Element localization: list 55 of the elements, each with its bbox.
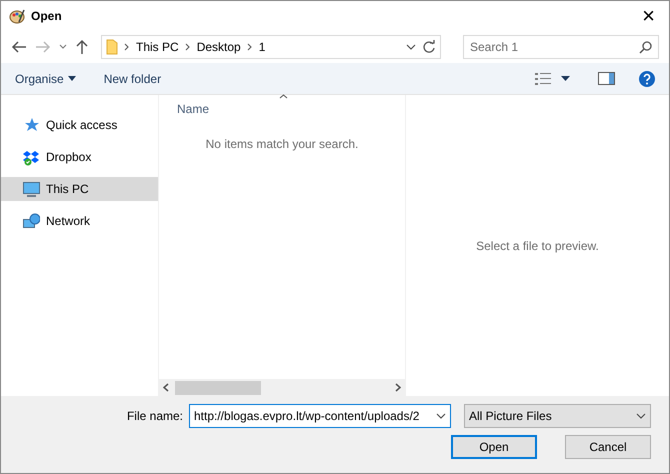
preview-pane-icon [598,72,615,85]
help-button[interactable] [639,70,655,86]
up-arrow-icon [75,39,89,55]
palette-icon [9,8,25,24]
scrollbar-thumb[interactable] [175,380,261,394]
star-icon [23,116,40,134]
search-icon [639,41,652,54]
network-icon [23,212,40,230]
computer-icon [23,180,40,198]
up-button[interactable] [75,39,89,55]
help-icon [639,70,655,86]
forward-arrow-icon [35,40,51,54]
recent-button[interactable] [59,44,67,50]
caret-icon [561,76,570,81]
scroll-right-icon [395,383,401,392]
file-name-field[interactable]: http://blogas.evpro.lt/wp-content/uploads/2 [189,404,451,428]
dropbox-icon [23,148,40,166]
close-button[interactable]: × [636,5,661,27]
back-arrow-icon [11,40,27,54]
chevron-down-icon [436,413,446,419]
chevron-right-icon [124,43,130,51]
sidebar-item[interactable]: This PC [1,177,158,201]
chevron-right-icon [246,43,253,51]
chevron-down-icon [406,44,416,50]
preview-message: Select a file to preview. [476,238,599,254]
sidebar-item[interactable]: Dropbox [1,145,158,169]
new-folder-button[interactable]: New folder [104,70,162,88]
chevron-down-icon [636,413,646,419]
view-button[interactable] [535,72,570,84]
breadcrumb[interactable]: Desktop [196,38,241,56]
folder-icon [106,39,118,55]
horizontal-scrollbar[interactable] [159,379,405,396]
back-button[interactable] [11,40,27,54]
caret-icon [68,76,76,81]
breadcrumb[interactable]: 1 [258,38,266,56]
open-button[interactable]: Open [451,435,537,459]
organise-menu[interactable]: Organise [15,70,76,88]
file-type-dropdown[interactable]: All Picture Files [464,404,651,428]
chevron-right-icon [184,43,191,51]
sidebar-item[interactable]: Network [1,209,158,233]
refresh-icon [422,40,436,54]
sort-caret-icon [279,94,288,99]
empty-message: No items match your search. [204,136,360,153]
scroll-left-icon [163,383,169,392]
breadcrumb[interactable]: This PC [136,38,179,56]
file-name-label: File name: [126,408,183,425]
list-view-icon [535,72,551,84]
chevron-down-icon [59,44,67,50]
sidebar-item[interactable]: Quick access [1,113,158,137]
column-header[interactable]: Name [177,102,210,116]
search-field[interactable]: Search 1 [463,35,659,59]
address-bar[interactable]: This PC Desktop 1 [101,35,441,59]
cancel-button[interactable]: Cancel [565,435,651,459]
preview-pane-button[interactable] [598,72,615,85]
window-title: Open [31,8,62,25]
